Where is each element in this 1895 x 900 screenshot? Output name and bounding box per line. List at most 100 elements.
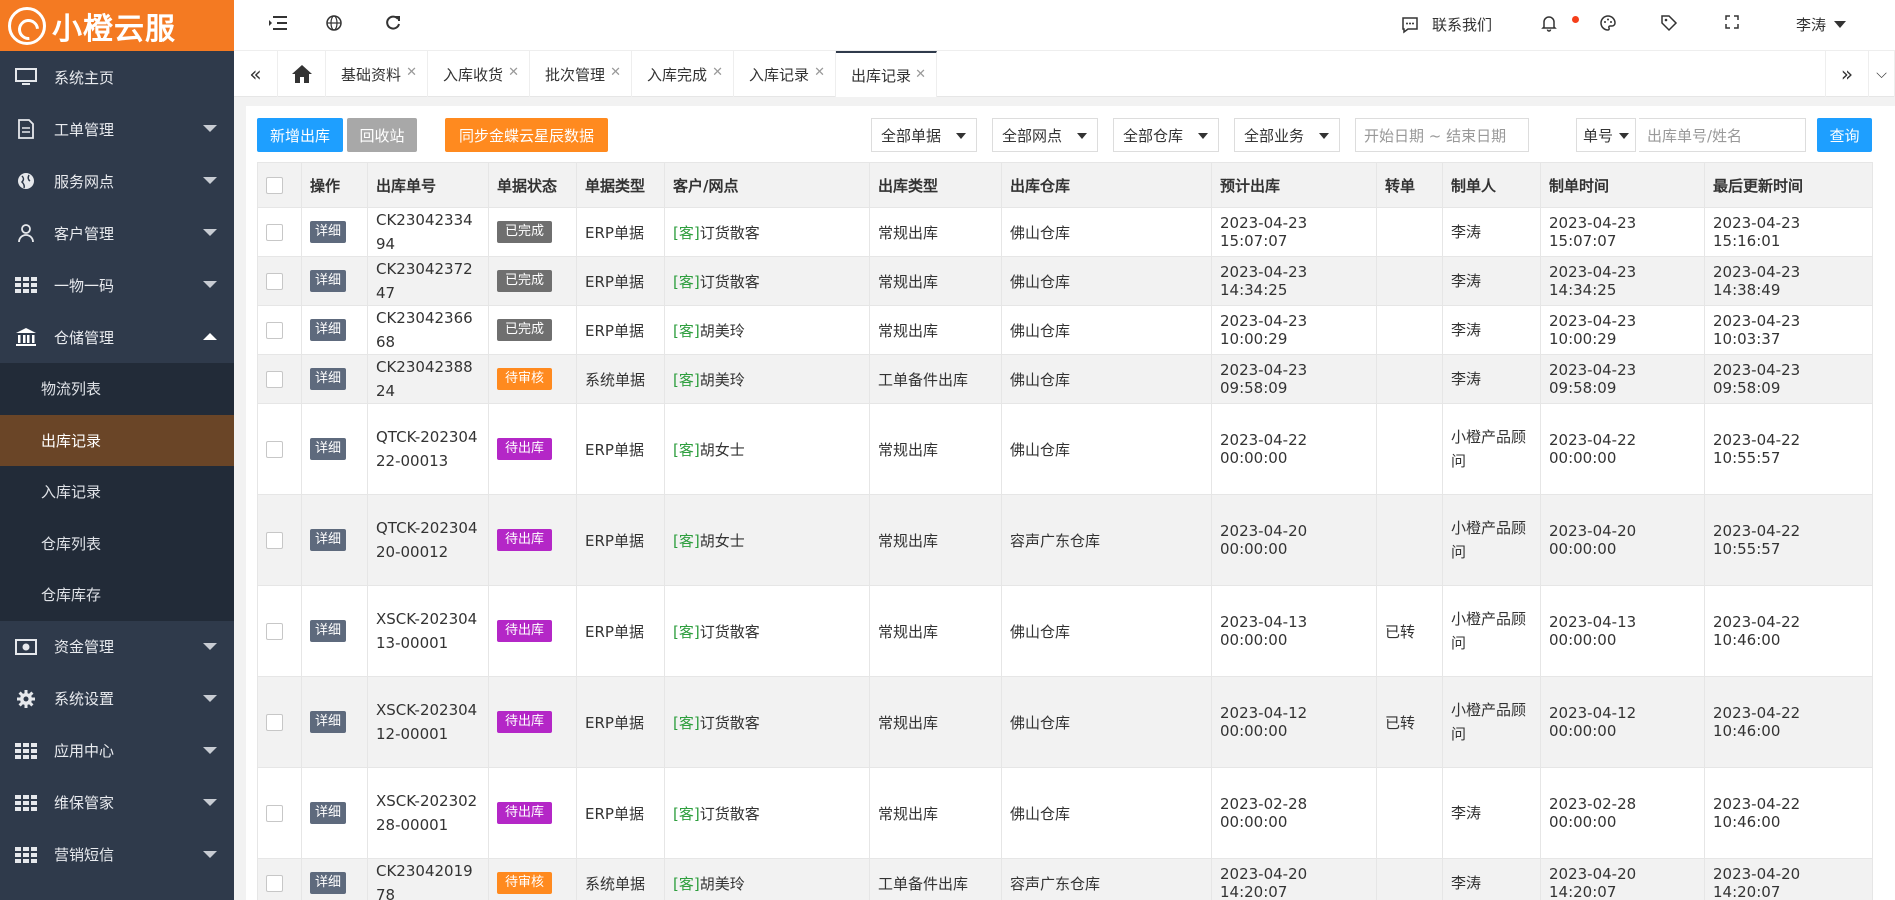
sidebar-item[interactable]: 工单管理 (0, 103, 234, 155)
customer-name: 订货散客 (699, 622, 760, 641)
tabs-scroll-left-icon[interactable]: « (234, 51, 278, 97)
table-row[interactable]: 详细 XSCK-20230412-00001 待出库 ERP单据 [客]订货散客 常规出库… (257, 676, 1873, 768)
home-tab-icon[interactable] (278, 51, 326, 97)
recycle-bin-button[interactable]: 回收站 (347, 118, 417, 152)
close-icon[interactable]: ✕ (406, 65, 417, 80)
detail-button[interactable]: 详细 (310, 802, 347, 824)
chevron-down-icon (203, 642, 217, 650)
table-row[interactable]: 详细 CK2304237247 已完成 ERP单据 [客]订货散客 常规出库 佛山仓库 202… (257, 256, 1873, 306)
sidebar-item[interactable]: 应用中心 (0, 725, 234, 777)
detail-button[interactable]: 详细 (310, 368, 347, 390)
tab[interactable]: 入库收货 ✕ (428, 51, 530, 97)
out-type-cell: 常规出库 (869, 494, 1002, 586)
row-checkbox[interactable] (266, 714, 283, 731)
fullscreen-icon[interactable] (1724, 14, 1740, 35)
close-icon[interactable]: ✕ (814, 65, 825, 80)
row-checkbox[interactable] (266, 371, 283, 388)
order-no-cell: XSCK-20230228-00001 (367, 767, 489, 859)
sidebar-subitem[interactable]: 物流列表 (0, 363, 234, 415)
sidebar-item[interactable]: 资金管理 (0, 621, 234, 673)
detail-button[interactable]: 详细 (310, 529, 347, 551)
doc-filter-select[interactable]: 全部单据 (871, 118, 977, 152)
close-icon[interactable]: ✕ (915, 67, 926, 82)
add-outbound-button[interactable]: 新增出库 (257, 118, 343, 152)
globe-icon[interactable] (325, 14, 343, 37)
search-type-select[interactable]: 单号 (1576, 118, 1636, 152)
tabs-dropdown-icon[interactable]: ⌵ (1869, 51, 1895, 97)
tab[interactable]: 批次管理 ✕ (530, 51, 632, 97)
tag-icon[interactable] (1660, 14, 1678, 37)
warehouse-cell: 佛山仓库 (1001, 767, 1212, 859)
row-select-cell (257, 858, 302, 900)
row-checkbox[interactable] (266, 224, 283, 241)
theme-icon[interactable] (1599, 14, 1617, 37)
sidebar-item[interactable]: 营销短信 (0, 829, 234, 881)
bell-icon[interactable] (1540, 14, 1558, 37)
tab[interactable]: 入库记录 ✕ (734, 51, 836, 97)
sidebar-item[interactable]: 仓储管理 (0, 311, 234, 363)
sidebar-item[interactable]: 系统主页 (0, 51, 234, 103)
status-cell: 待出库 (488, 494, 577, 586)
row-checkbox[interactable] (266, 441, 283, 458)
query-button[interactable]: 查询 (1817, 118, 1872, 152)
select-all-checkbox[interactable] (266, 177, 283, 194)
search-input[interactable]: 出库单号/姓名 (1639, 118, 1806, 152)
table-row[interactable]: 详细 XSCK-20230413-00001 待出库 ERP单据 [客]订货散客 常规出库… (257, 585, 1873, 677)
table-row[interactable]: 详细 QTCK-20230422-00013 待出库 ERP单据 [客]胡女士 常规出库佛… (257, 403, 1873, 495)
row-checkbox[interactable] (266, 532, 283, 549)
tab[interactable]: 基础资料 ✕ (326, 51, 428, 97)
sidebar-item[interactable]: 一物一码 (0, 259, 234, 311)
refresh-icon[interactable] (384, 14, 402, 37)
detail-button[interactable]: 详细 (310, 270, 347, 292)
detail-button[interactable]: 详细 (310, 620, 347, 642)
sidebar-item[interactable]: 系统设置 (0, 673, 234, 725)
customer-cell: [客]订货散客 (664, 585, 870, 677)
business-filter-select[interactable]: 全部业务 (1234, 118, 1340, 152)
detail-button[interactable]: 详细 (310, 319, 347, 341)
sidebar-item[interactable]: 服务网点 (0, 155, 234, 207)
table-row[interactable]: 详细 CK2304238824 待审核 系统单据 [客]胡美玲 工单备件出库 佛山仓库 202… (257, 354, 1873, 404)
contact-us-link[interactable]: 联系我们 (1400, 14, 1492, 35)
tab[interactable]: 入库完成 ✕ (632, 51, 734, 97)
row-select-cell (257, 494, 302, 586)
status-cell: 已完成 (488, 305, 577, 355)
close-icon[interactable]: ✕ (508, 65, 519, 80)
row-checkbox[interactable] (266, 322, 283, 339)
sidebar-subitem[interactable]: 入库记录 (0, 466, 234, 518)
table-row[interactable]: 详细 CK2304233494 已完成 ERP单据 [客]订货散客 常规出库 佛山仓库 202… (257, 207, 1873, 257)
detail-button[interactable]: 详细 (310, 872, 347, 894)
user-icon (14, 223, 38, 243)
detail-button[interactable]: 详细 (310, 711, 347, 733)
table-row[interactable]: 详细 XSCK-20230228-00001 待出库 ERP单据 [客]订货散客 常规出库… (257, 767, 1873, 859)
date-range-input[interactable]: 开始日期 ~ 结束日期 (1355, 118, 1529, 152)
row-checkbox[interactable] (266, 805, 283, 822)
table-row[interactable]: 详细 CK2304201978 待审核 系统单据 [客]胡美玲 工单备件出库 容声广东仓库 2… (257, 858, 1873, 900)
sidebar-subitem[interactable]: 仓库列表 (0, 518, 234, 570)
detail-button[interactable]: 详细 (310, 438, 347, 460)
row-checkbox[interactable] (266, 273, 283, 290)
tab[interactable]: 出库记录 ✕ (836, 51, 937, 97)
tabs-scroll-right-icon[interactable]: » (1825, 51, 1869, 97)
doc-type-cell: ERP单据 (576, 305, 665, 355)
sidebar-item-label: 维保管家 (54, 794, 115, 812)
out-type-cell: 常规出库 (869, 767, 1002, 859)
close-icon[interactable]: ✕ (712, 65, 723, 80)
table-row[interactable]: 详细 QTCK-20230420-00012 待出库 ERP单据 [客]胡女士 常规出库容… (257, 494, 1873, 586)
detail-button[interactable]: 详细 (310, 221, 347, 243)
sidebar-item[interactable]: 维保管家 (0, 777, 234, 829)
sync-kingdee-button[interactable]: 同步金蝶云星辰数据 (445, 118, 608, 152)
sidebar-subitem[interactable]: 出库记录 (0, 414, 234, 466)
status-badge: 待出库 (497, 620, 553, 642)
user-menu[interactable]: 李涛 (1796, 14, 1847, 35)
transfer-cell (1376, 403, 1443, 495)
warehouse-filter-select[interactable]: 全部仓库 (1113, 118, 1219, 152)
logo[interactable]: 小橙云服 (0, 0, 234, 51)
close-icon[interactable]: ✕ (610, 65, 621, 80)
sidebar-item[interactable]: 客户管理 (0, 207, 234, 259)
sidebar-subitem[interactable]: 仓库库存 (0, 569, 234, 621)
menu-toggle-icon[interactable] (268, 14, 288, 37)
site-filter-select[interactable]: 全部网点 (992, 118, 1098, 152)
row-checkbox[interactable] (266, 623, 283, 640)
row-checkbox[interactable] (266, 875, 283, 892)
table-row[interactable]: 详细 CK2304236668 已完成 ERP单据 [客]胡美玲 常规出库 佛山仓库 2023… (257, 305, 1873, 355)
